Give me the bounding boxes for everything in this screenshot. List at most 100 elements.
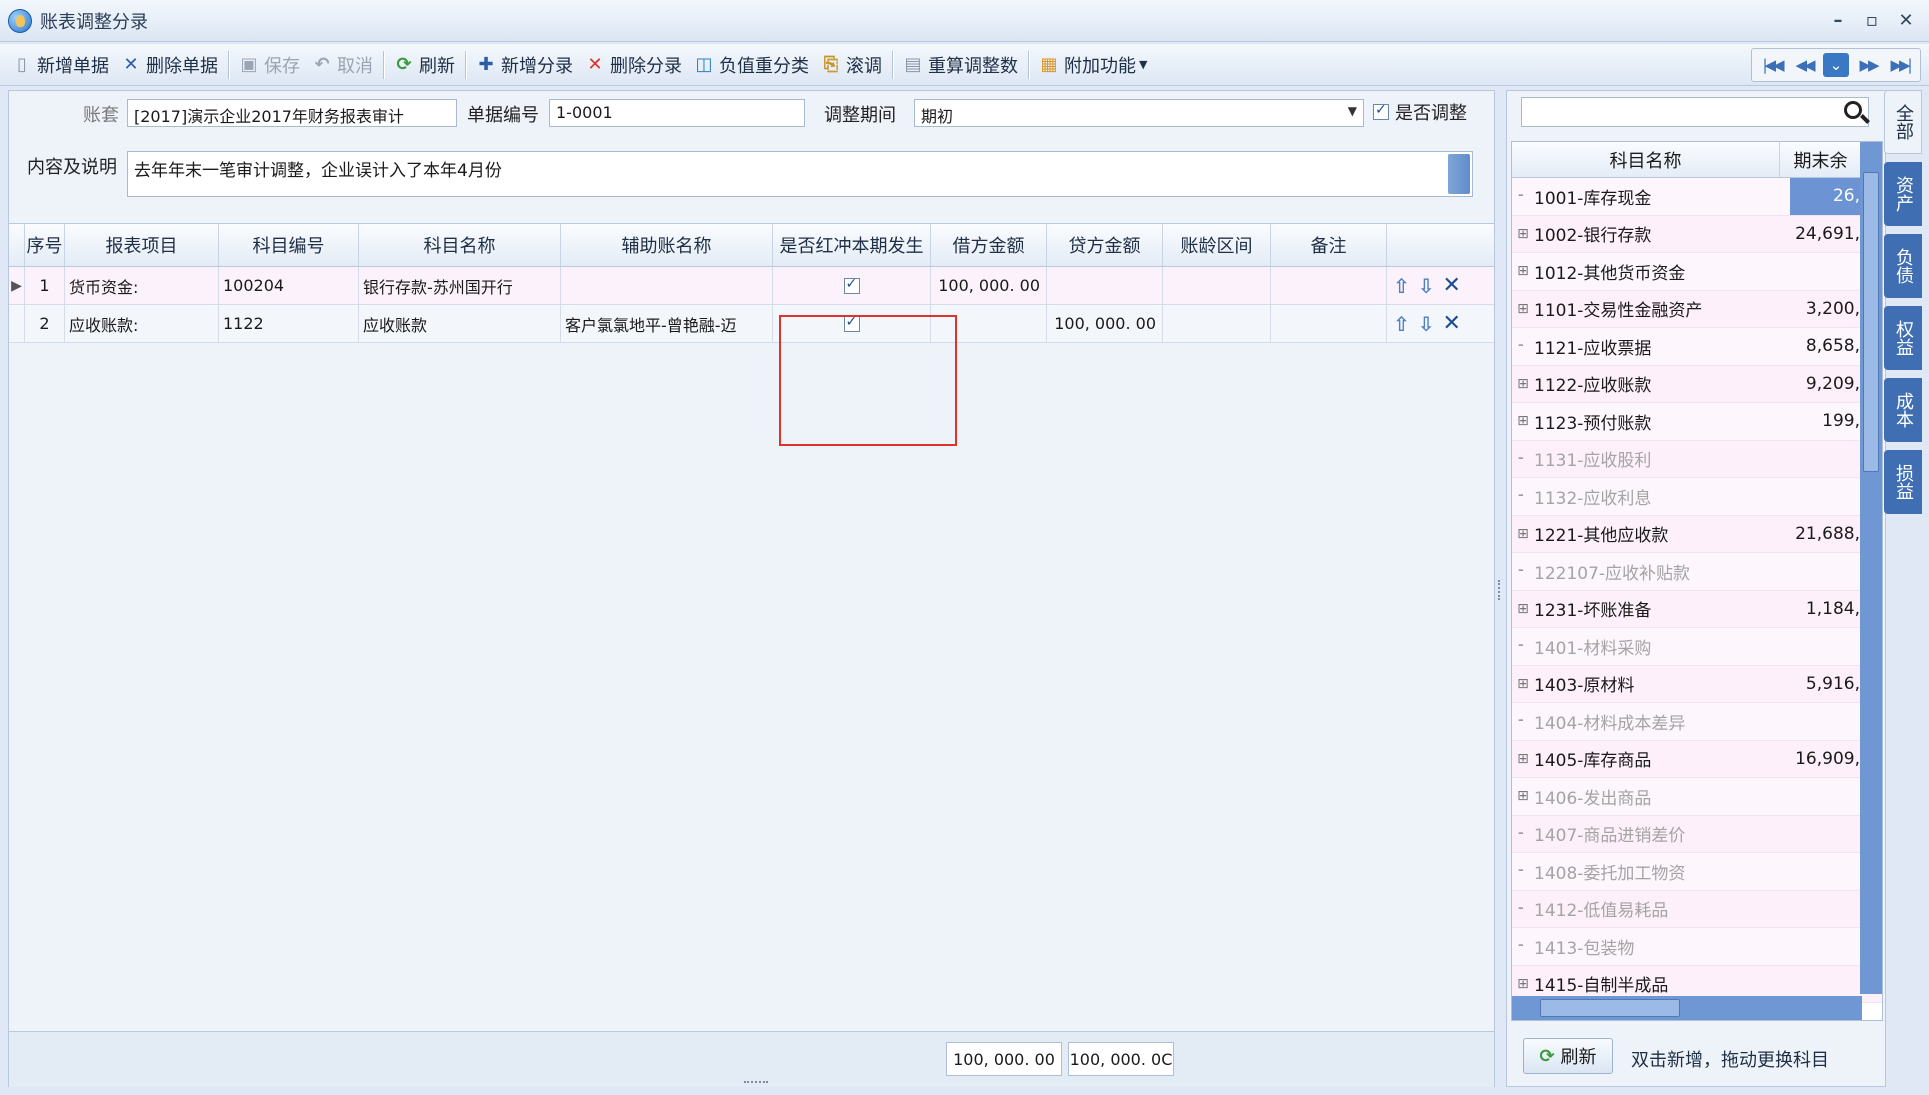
cell-account-code[interactable]: 100204: [219, 267, 359, 304]
tab-cost[interactable]: 成本: [1884, 378, 1922, 442]
new-document-button[interactable]: ▯ 新增单据: [6, 48, 115, 82]
tree-row[interactable]: ╴ 1404-材料成本差异: [1512, 703, 1882, 741]
delete-document-button[interactable]: ✕ 删除单据: [115, 48, 224, 82]
doc-no-field[interactable]: 1-0001: [549, 99, 805, 127]
tree-row[interactable]: ╴ 1131-应收股利: [1512, 440, 1882, 478]
tree-row[interactable]: ╴ 1407-商品进销差价: [1512, 815, 1882, 853]
tree-row[interactable]: ╴ 1401-材料采购: [1512, 628, 1882, 666]
expand-icon[interactable]: ⊞: [1512, 601, 1534, 617]
delete-entry-button[interactable]: ✕ 删除分录: [579, 48, 688, 82]
tree-vertical-scrollbar[interactable]: [1860, 142, 1882, 994]
expand-icon[interactable]: ⊞: [1512, 976, 1534, 992]
expand-icon[interactable]: ⊞: [1512, 263, 1534, 279]
tree-row[interactable]: ⊞ 1406-发出商品: [1512, 778, 1882, 816]
tree-row[interactable]: ╴ 1132-应收利息: [1512, 478, 1882, 516]
negative-reclassify-button[interactable]: ◫ 负值重分类: [688, 48, 815, 82]
resize-grip[interactable]: [744, 1081, 768, 1085]
cell-aux-name[interactable]: 客户氯氯地平-曾艳融-迈: [561, 305, 773, 342]
current-record-icon[interactable]: ⌄: [1823, 53, 1849, 77]
refresh-button[interactable]: ⟳ 刷新: [388, 48, 461, 82]
move-down-icon[interactable]: ⇩: [1418, 274, 1435, 298]
account-search-input[interactable]: [1521, 97, 1869, 127]
cell-note[interactable]: [1271, 305, 1387, 342]
header-credit[interactable]: 贷方金额: [1047, 224, 1163, 266]
tab-liabilities[interactable]: 负债: [1884, 234, 1922, 298]
cell-aging[interactable]: [1163, 267, 1271, 304]
tree-row[interactable]: ⊞ 1101-交易性金融资产 3,200,: [1512, 290, 1882, 328]
header-account-code[interactable]: 科目编号: [219, 224, 359, 266]
move-down-icon[interactable]: ⇩: [1418, 312, 1435, 336]
tab-assets[interactable]: 资产: [1884, 162, 1922, 226]
close-button[interactable]: ✕: [1891, 6, 1921, 34]
cell-account-name[interactable]: 银行存款-苏州国开行: [359, 267, 561, 304]
cell-account-code[interactable]: 1122: [219, 305, 359, 342]
cell-credit[interactable]: 100, 000. 00: [1047, 305, 1163, 342]
tree-row[interactable]: ╴ 1413-包装物: [1512, 928, 1882, 966]
cell-credit[interactable]: [1047, 267, 1163, 304]
delete-row-icon[interactable]: ✕: [1443, 311, 1461, 336]
tree-row[interactable]: ╴ 1001-库存现金 26,: [1512, 178, 1882, 216]
desc-textarea[interactable]: 去年年末一笔审计调整，企业误计入了本年4月份: [127, 151, 1473, 197]
search-icon[interactable]: [1844, 101, 1862, 119]
save-button[interactable]: ▣ 保存: [233, 48, 306, 82]
cell-reverse-flag[interactable]: [773, 305, 931, 342]
add-entry-button[interactable]: ✚ 新增分录: [470, 48, 579, 82]
cell-report-item[interactable]: 应收账款:: [65, 305, 219, 342]
tree-row[interactable]: ⊞ 1231-坏账准备 1,184,: [1512, 590, 1882, 628]
tree-header-name[interactable]: 科目名称: [1512, 142, 1780, 177]
cell-seq[interactable]: 2: [25, 305, 65, 342]
expand-icon[interactable]: ⊞: [1512, 413, 1534, 429]
recalc-button[interactable]: ▤ 重算调整数: [897, 48, 1024, 82]
expand-icon[interactable]: ⊞: [1512, 676, 1534, 692]
expand-icon[interactable]: ⊞: [1512, 376, 1534, 392]
header-account-name[interactable]: 科目名称: [359, 224, 561, 266]
splitter-grip[interactable]: [1498, 580, 1502, 600]
scroll-thumb[interactable]: [1540, 999, 1680, 1017]
expand-icon[interactable]: ⊞: [1512, 751, 1534, 767]
cell-aging[interactable]: [1163, 305, 1271, 342]
tree-refresh-button[interactable]: ⟳ 刷新: [1523, 1038, 1613, 1074]
tree-row[interactable]: ⊞ 1403-原材料 5,916,: [1512, 665, 1882, 703]
scroll-thumb[interactable]: [1863, 172, 1879, 472]
cell-seq[interactable]: 1: [25, 267, 65, 304]
tree-row[interactable]: ⊞ 1002-银行存款 24,691,: [1512, 215, 1882, 253]
cell-debit[interactable]: 100, 000. 00: [931, 267, 1047, 304]
period-select[interactable]: 期初 ▼: [914, 99, 1364, 127]
table-row[interactable]: 2 应收账款: 1122 应收账款 客户氯氯地平-曾艳融-迈 100, 000.…: [9, 305, 1494, 343]
tree-row[interactable]: ⊞ 1122-应收账款 9,209,: [1512, 365, 1882, 403]
cell-reverse-flag[interactable]: [773, 267, 931, 304]
addon-menu-button[interactable]: ▦ 附加功能 ▼: [1033, 48, 1153, 82]
cell-debit[interactable]: [931, 305, 1047, 342]
next-record-icon[interactable]: ▶▶: [1855, 53, 1881, 77]
tree-header-balance[interactable]: 期末余: [1780, 142, 1862, 177]
prev-record-icon[interactable]: ◀◀: [1791, 53, 1817, 77]
move-up-icon[interactable]: ⇧: [1393, 312, 1410, 336]
tree-row[interactable]: ⊞ 1012-其他货币资金: [1512, 253, 1882, 291]
tree-row[interactable]: ╴ 1412-低值易耗品: [1512, 890, 1882, 928]
tab-all[interactable]: 全部: [1884, 90, 1922, 154]
header-note[interactable]: 备注: [1271, 224, 1387, 266]
adjust-checkbox[interactable]: [1373, 102, 1389, 122]
first-record-icon[interactable]: |◀◀: [1759, 53, 1785, 77]
tree-row[interactable]: ╴ 122107-应收补贴款: [1512, 553, 1882, 591]
cell-aux-name[interactable]: [561, 267, 773, 304]
maximize-button[interactable]: ▫: [1857, 6, 1887, 34]
cell-report-item[interactable]: 货币资金:: [65, 267, 219, 304]
last-record-icon[interactable]: ▶▶|: [1887, 53, 1913, 77]
header-aging[interactable]: 账龄区间: [1163, 224, 1271, 266]
tab-equity[interactable]: 权益: [1884, 306, 1922, 370]
expand-icon[interactable]: ⊞: [1512, 226, 1534, 242]
move-up-icon[interactable]: ⇧: [1393, 274, 1410, 298]
tree-row[interactable]: ╴ 1408-委托加工物资: [1512, 853, 1882, 891]
expand-icon[interactable]: ⊞: [1512, 301, 1534, 317]
delete-row-icon[interactable]: ✕: [1443, 273, 1461, 298]
cell-account-name[interactable]: 应收账款: [359, 305, 561, 342]
cancel-button[interactable]: ↶ 取消: [306, 48, 379, 82]
tree-row[interactable]: ⊞ 1123-预付账款 199,: [1512, 403, 1882, 441]
tab-profit-loss[interactable]: 损益: [1884, 450, 1922, 514]
minimize-button[interactable]: –: [1823, 6, 1853, 34]
rollover-button[interactable]: ⎘ 滚调: [815, 48, 888, 82]
expand-icon[interactable]: ⊞: [1512, 788, 1534, 804]
header-report-item[interactable]: 报表项目: [65, 224, 219, 266]
tree-row[interactable]: ╴ 1121-应收票据 8,658,: [1512, 328, 1882, 366]
